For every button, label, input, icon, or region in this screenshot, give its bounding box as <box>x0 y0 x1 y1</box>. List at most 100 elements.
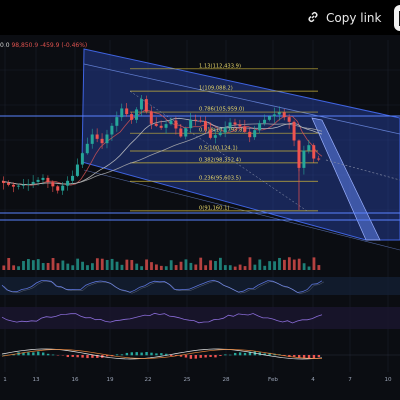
macd-hist-45 <box>224 354 227 356</box>
candle-body-29 <box>144 99 148 112</box>
price-chart[interactable]: 1.13(112,433.9) 1(109,088.2) 0.786(105,959… <box>0 35 400 400</box>
volume-bar-44 <box>219 257 222 270</box>
macd-hist-6 <box>32 352 35 356</box>
volume-bar-27 <box>135 263 139 270</box>
macd-pane <box>0 348 400 360</box>
candle-body-48 <box>238 124 242 127</box>
volume-bar-62 <box>307 266 311 270</box>
candle-body-22 <box>110 125 114 135</box>
x-tick-label-4: 22 <box>144 377 151 383</box>
stoch-pane <box>0 307 400 329</box>
macd-hist-14 <box>71 355 74 357</box>
volume-bar-38 <box>189 262 193 270</box>
volume-bar-52 <box>258 259 262 270</box>
candle-body-46 <box>228 122 232 128</box>
macd-hist-29 <box>145 351 148 356</box>
candle-body-34 <box>169 120 173 125</box>
candle-body-15 <box>75 164 79 176</box>
candle-body-40 <box>199 120 203 122</box>
volume-bar-11 <box>56 263 60 270</box>
macd-hist-48 <box>238 352 242 356</box>
rsi-band <box>0 277 400 295</box>
macd-hist-17 <box>86 355 89 359</box>
candle-body-23 <box>115 117 119 126</box>
candle-body-55 <box>272 114 276 117</box>
candle-body-41 <box>203 121 207 130</box>
candle-body-9 <box>46 177 50 183</box>
x-tick-label-6: 28 <box>222 377 230 383</box>
x-tick-label-10: 10 <box>384 377 392 383</box>
candle-body-54 <box>267 116 271 120</box>
volume-bar-49 <box>243 266 247 270</box>
candle-body-64 <box>317 158 321 160</box>
volume-bar-58 <box>287 257 291 270</box>
volume-bar-57 <box>283 259 286 270</box>
fib-label-0: 1.13(112,433.9) <box>199 63 241 69</box>
candle-body-42 <box>208 129 212 138</box>
x-tick-label-5: 25 <box>183 377 191 383</box>
candle-body-27 <box>135 109 139 120</box>
candle-body-14 <box>71 175 75 181</box>
fib-label-2: 0.786(105,959.0) <box>199 107 244 113</box>
macd-hist-40 <box>199 355 202 358</box>
fib-label-5: 0.382(98,352.4) <box>199 157 241 163</box>
macd-hist-18 <box>91 355 94 358</box>
volume-bar-20 <box>100 258 104 270</box>
candle-body-5 <box>26 183 30 185</box>
candle-body-16 <box>80 153 84 165</box>
candle-body-62 <box>307 145 311 151</box>
candle-body-59 <box>292 121 296 141</box>
x-tick-label-2: 16 <box>71 377 79 383</box>
candle-body-49 <box>243 126 247 132</box>
macd-hist-5 <box>27 352 30 356</box>
volume-bar-37 <box>184 259 188 270</box>
macd-hist-26 <box>130 352 133 356</box>
candle-body-43 <box>213 135 217 138</box>
volume-bar-29 <box>145 259 148 270</box>
candle-body-28 <box>139 99 143 110</box>
copy-link-button[interactable]: Copy link <box>306 8 381 28</box>
candle-body-45 <box>223 127 227 133</box>
volume-bar-24 <box>120 264 124 270</box>
volume-bar-34 <box>169 260 173 270</box>
fib-label-7: 0(91,160.1) <box>199 205 229 211</box>
macd-hist-41 <box>204 355 207 358</box>
candle-body-31 <box>154 123 158 126</box>
macd-hist-16 <box>81 355 84 358</box>
macd-hist-64 <box>317 355 321 358</box>
candle-body-36 <box>179 128 183 137</box>
volume-bar-63 <box>312 257 316 270</box>
volume-bar-8 <box>41 263 45 270</box>
avatar[interactable] <box>394 5 400 31</box>
macd-hist-44 <box>219 355 222 356</box>
volume-bar-51 <box>253 264 257 270</box>
candle-body-20 <box>100 138 104 144</box>
volume-bar-60 <box>297 258 301 270</box>
volume-bar-13 <box>66 263 70 270</box>
candle-body-58 <box>287 117 291 122</box>
candle-body-13 <box>66 180 70 186</box>
candle-body-50 <box>248 131 252 138</box>
volume-bar-18 <box>91 263 94 270</box>
volume-bar-5 <box>27 259 30 270</box>
volume-bar-9 <box>46 262 50 270</box>
candle-body-17 <box>85 143 89 154</box>
volume-bar-36 <box>179 261 183 270</box>
candle-body-47 <box>233 122 237 125</box>
candle-body-6 <box>31 181 35 184</box>
candle-body-4 <box>21 184 25 186</box>
candle-body-0 <box>2 181 6 184</box>
macd-hist-37 <box>184 355 188 358</box>
volume-bar-59 <box>292 259 296 270</box>
volume-bar-35 <box>174 265 178 270</box>
candle-body-21 <box>105 134 109 144</box>
volume-bar-53 <box>263 265 267 270</box>
volume-bar-4 <box>22 261 25 270</box>
macd-hist-46 <box>229 354 232 356</box>
candle-body-56 <box>277 112 281 115</box>
macd-hist-43 <box>214 355 217 358</box>
x-tick-label-8: 4 <box>311 377 315 383</box>
macd-hist-42 <box>209 355 212 357</box>
volume-bar-25 <box>125 259 129 270</box>
macd-hist-7 <box>37 351 40 356</box>
